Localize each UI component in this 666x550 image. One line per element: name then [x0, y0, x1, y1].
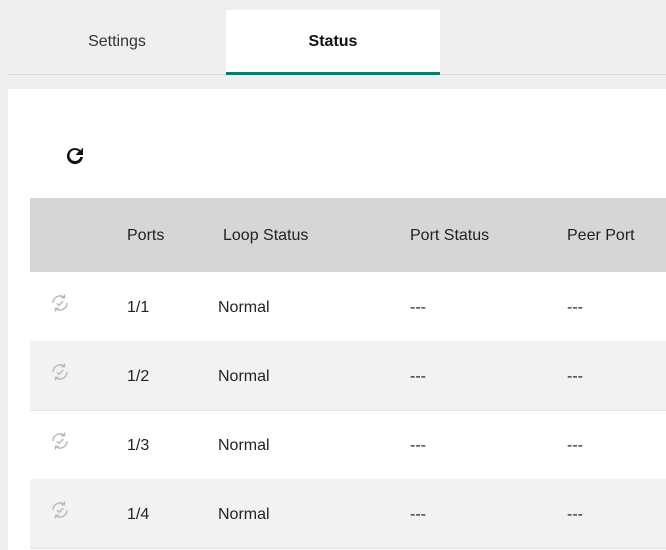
cell-port-status: --- — [410, 506, 426, 523]
loop-check-icon — [52, 501, 68, 519]
table-header: Ports Loop Status Port Status Peer Port — [30, 198, 666, 272]
table-row: 1/2 Normal --- --- — [30, 341, 666, 411]
loop-check-icon — [52, 432, 68, 450]
cell-port-status: --- — [410, 299, 426, 316]
tab-settings[interactable]: Settings — [8, 10, 226, 74]
cell-peer-port: --- — [567, 368, 583, 385]
cell-port: 1/4 — [127, 506, 150, 523]
header-port-status: Port Status — [410, 227, 490, 244]
tab-status-label: Status — [308, 33, 358, 50]
tab-bar: Settings Status — [8, 10, 666, 75]
cell-loop-status: Normal — [218, 437, 270, 454]
refresh-icon — [66, 147, 83, 165]
table-row: 1/1 Normal --- --- — [30, 272, 666, 342]
cell-port-status: --- — [410, 437, 426, 454]
cell-peer-port: --- — [567, 437, 583, 454]
cell-port-status: --- — [410, 368, 426, 385]
cell-loop-status: Normal — [218, 299, 270, 316]
loop-check-icon — [52, 294, 68, 312]
cell-peer-port: --- — [567, 506, 583, 523]
cell-port: 1/3 — [127, 437, 150, 454]
cell-loop-status: Normal — [218, 506, 270, 523]
cell-port: 1/1 — [127, 299, 150, 316]
header-loop-status: Loop Status — [223, 227, 309, 244]
table-row: 1/3 Normal --- --- — [30, 410, 666, 480]
cell-loop-status: Normal — [218, 368, 270, 385]
tab-settings-label: Settings — [88, 33, 146, 50]
header-ports: Ports — [127, 227, 165, 244]
refresh-button[interactable] — [62, 143, 88, 169]
header-peer-port: Peer Port — [567, 227, 635, 244]
loop-check-icon — [52, 363, 68, 381]
cell-peer-port: --- — [567, 299, 583, 316]
tab-status[interactable]: Status — [226, 10, 440, 75]
cell-port: 1/2 — [127, 368, 150, 385]
table-row: 1/4 Normal --- --- — [30, 479, 666, 549]
